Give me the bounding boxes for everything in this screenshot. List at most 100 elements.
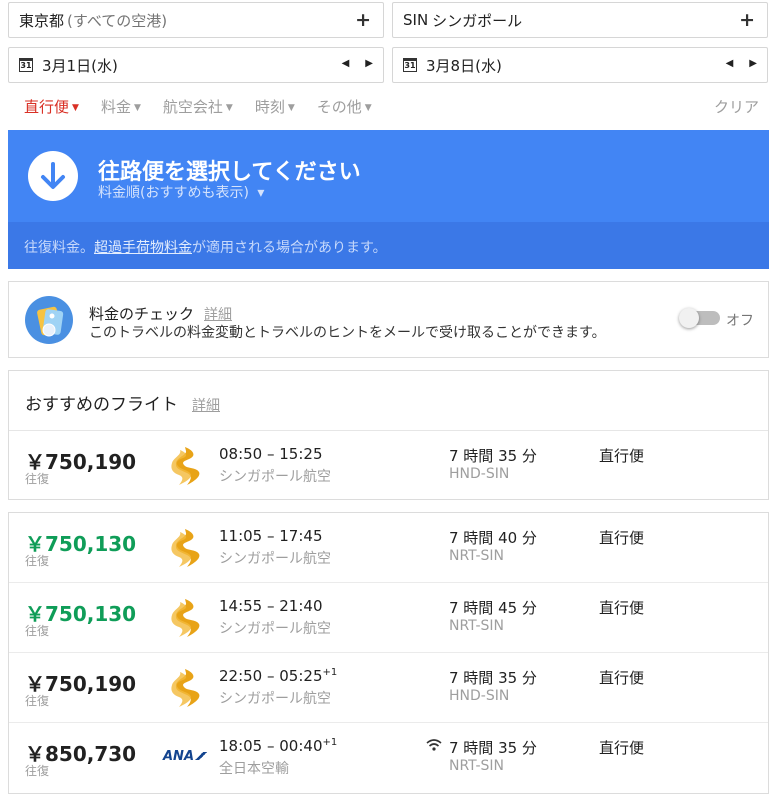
origin-code: 東京都 — [19, 11, 65, 30]
flight-stops: 直行便 — [599, 529, 645, 547]
next-arrow-icon[interactable]: ▶ — [749, 58, 757, 69]
flight-duration: 7 時間 45 分 — [449, 599, 537, 617]
caret-down-icon: ▼ — [287, 102, 295, 113]
ana-logo: ANA — [163, 749, 208, 764]
flight-times: 08:50 – 15:25 — [219, 445, 323, 463]
flight-stops: 直行便 — [599, 447, 645, 465]
depart-date: 3月1日(水) — [42, 56, 118, 75]
flight-stops: 直行便 — [599, 669, 645, 687]
flight-route: HND-SIN — [449, 688, 510, 704]
recommended-title: おすすめのフライト — [25, 395, 178, 415]
times-text: 22:50 – 05:25 — [219, 667, 323, 685]
flight-stops: 直行便 — [599, 599, 645, 617]
flight-duration: 7 時間 35 分 — [449, 669, 537, 687]
ana-logo-text: ANA — [163, 749, 195, 764]
price-note: 往復 — [25, 554, 50, 568]
prev-arrow-icon[interactable]: ◀ — [726, 58, 734, 69]
filter-label: 料金 — [100, 98, 131, 116]
fare-note: 往復料金。超過手荷物料金が適用される場合があります。 — [8, 222, 769, 269]
sort-dropdown[interactable]: 料金順(おすすめも表示) ▾ — [98, 182, 264, 202]
flight-duration: 7 時間 35 分 — [449, 739, 537, 757]
flight-duration: 7 時間 35 分 — [449, 447, 537, 465]
day-offset: +1 — [322, 737, 338, 748]
caret-down-icon: ▼ — [72, 102, 79, 113]
caret-down-icon: ▾ — [257, 185, 265, 201]
flight-list: ￥750,130 往復 11:05 – 17:45 シンガポール航空 7 時間 … — [8, 512, 769, 794]
price-alert-title: 料金のチェック — [89, 305, 195, 323]
day-offset: +1 — [322, 667, 338, 678]
calendar-icon: 31 — [403, 58, 417, 72]
price-alert-text: このトラベルの料金変動とトラベルのヒントをメールで受け取ることができます。 — [89, 325, 606, 341]
price-tag-icon — [25, 296, 73, 344]
flight-row[interactable]: ￥750,130 往復 11:05 – 17:45 シンガポール航空 7 時間 … — [9, 513, 768, 583]
clear-filters-button[interactable]: クリア — [714, 96, 759, 117]
filter-price[interactable]: 料金 ▼ — [101, 96, 141, 116]
price-note: 往復 — [25, 694, 50, 708]
filter-label: 航空会社 — [162, 98, 223, 116]
filter-time[interactable]: 時刻 ▼ — [255, 96, 295, 116]
filter-label: 時刻 — [254, 98, 285, 116]
singapore-airlines-logo — [171, 447, 200, 485]
fare-note-suffix: が適用される場合があります。 — [192, 240, 387, 256]
arrow-down-circle-icon — [28, 151, 78, 201]
origin-detail: (すべての空港) — [67, 11, 168, 30]
return-date: 3月8日(水) — [426, 56, 502, 75]
airline-name: シンガポール航空 — [219, 551, 331, 567]
recommended-flights-card: おすすめのフライト 詳細 ￥750,190 往復 08:50 – 15:25 シン… — [8, 370, 769, 500]
singapore-airlines-logo — [171, 529, 200, 567]
calendar-icon: 31 — [19, 58, 33, 72]
caret-down-icon: ▼ — [364, 102, 372, 113]
depart-date-field[interactable]: 31 3月1日(水) ◀ ▶ — [8, 47, 384, 83]
flight-times: 18:05 – 00:40+1 — [219, 737, 337, 755]
flight-times: 22:50 – 05:25+1 — [219, 667, 337, 685]
recommended-detail-link[interactable]: 詳細 — [192, 398, 220, 414]
next-arrow-icon[interactable]: ▶ — [365, 58, 373, 69]
price-note: 往復 — [25, 624, 50, 638]
sort-label: 料金順(おすすめも表示) — [98, 185, 249, 201]
flight-row[interactable]: ￥750,190 往復 08:50 – 15:25 シンガポール航空 7 時間 … — [9, 431, 768, 499]
flight-row[interactable]: ￥750,190 往復 22:50 – 05:25+1 シンガポール航空 7 時… — [9, 653, 768, 723]
flight-route: NRT-SIN — [449, 618, 504, 634]
flight-route: NRT-SIN — [449, 758, 504, 774]
caret-down-icon: ▼ — [225, 102, 233, 113]
times-text: 11:05 – 17:45 — [219, 527, 323, 545]
flight-row[interactable]: ￥850,730 往復 ANA 18:05 – 00:40+1 全日本空輸 7 … — [9, 723, 768, 793]
prev-arrow-icon[interactable]: ◀ — [342, 58, 350, 69]
flight-times: 11:05 – 17:45 — [219, 527, 323, 545]
toggle-label: オフ — [726, 313, 754, 329]
flight-times: 14:55 – 21:40 — [219, 597, 323, 615]
airline-name: シンガポール航空 — [219, 691, 331, 707]
filter-nonstop[interactable]: 直行便 ▼ — [24, 96, 79, 116]
toggle-knob — [679, 308, 699, 328]
price-alert-detail-link[interactable]: 詳細 — [204, 307, 232, 323]
times-text: 14:55 – 21:40 — [219, 597, 323, 615]
filter-bar: 直行便 ▼ 料金 ▼ 航空会社 ▼ 時刻 ▼ その他 ▼ クリア — [24, 96, 759, 116]
caret-down-icon: ▼ — [133, 102, 141, 113]
filter-more[interactable]: その他 ▼ — [317, 96, 372, 116]
filter-label: 直行便 — [24, 98, 70, 116]
airline-name: 全日本空輸 — [219, 761, 289, 777]
plus-icon[interactable]: + — [355, 9, 371, 31]
select-outbound-banner: 往路便を選択してください 料金順(おすすめも表示) ▾ 往復料金。超過手荷物料金… — [8, 130, 769, 269]
flight-duration: 7 時間 40 分 — [449, 529, 537, 547]
price-note: 往復 — [25, 472, 50, 486]
flight-row[interactable]: ￥750,130 往復 14:55 – 21:40 シンガポール航空 7 時間 … — [9, 583, 768, 653]
filter-airline[interactable]: 航空会社 ▼ — [163, 96, 233, 116]
wifi-icon — [426, 739, 442, 751]
toggle-switch[interactable] — [679, 308, 720, 328]
price-alert-card: 料金のチェック 詳細 このトラベルの料金変動とトラベルのヒントをメールで受け取るこ… — [8, 281, 769, 358]
destination-name: シンガポール — [432, 11, 523, 30]
singapore-airlines-logo — [171, 599, 200, 637]
destination-field[interactable]: SIN シンガポール + — [392, 2, 768, 38]
filter-label: その他 — [316, 98, 362, 116]
flight-route: NRT-SIN — [449, 548, 504, 564]
price-note: 往復 — [25, 764, 50, 778]
baggage-fees-link[interactable]: 超過手荷物料金 — [94, 240, 192, 256]
singapore-airlines-logo — [171, 669, 200, 707]
times-text: 18:05 – 00:40 — [219, 737, 323, 755]
origin-field[interactable]: 東京都 (すべての空港) + — [8, 2, 384, 38]
flight-stops: 直行便 — [599, 739, 645, 757]
plus-icon[interactable]: + — [739, 9, 755, 31]
return-date-field[interactable]: 31 3月8日(水) ◀ ▶ — [392, 47, 768, 83]
airline-name: シンガポール航空 — [219, 621, 331, 637]
